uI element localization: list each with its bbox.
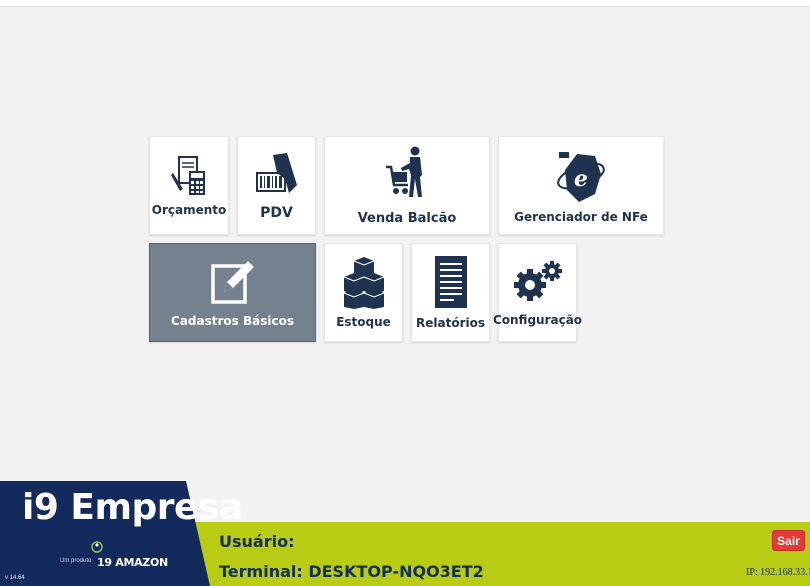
budget-calculator-icon (171, 155, 205, 195)
tile-estoque[interactable]: Estoque (324, 243, 403, 342)
gears-icon (513, 260, 562, 301)
stacked-boxes-icon (343, 256, 384, 309)
brand-title: i9 Empresa (22, 487, 243, 528)
brand-logo-text: 19 AMAZON (97, 556, 168, 569)
tile-pdv[interactable]: PDV (237, 136, 316, 235)
svg-text:e: e (574, 166, 588, 192)
window-title-bar (0, 0, 810, 7)
report-document-icon (434, 255, 467, 308)
tile-gerenciador-nfe[interactable]: e Gerenciador de NFe (498, 136, 664, 235)
tile-label: Venda Balcão (357, 211, 457, 226)
nfe-globe-icon: e (557, 151, 605, 202)
tile-orcamento[interactable]: Orçamento (149, 136, 229, 235)
tile-configuracao[interactable]: Configuração (493, 243, 582, 342)
tile-label: Estoque (336, 314, 391, 329)
terminal-label: Terminal: (219, 562, 303, 581)
barcode-scanner-icon (255, 152, 297, 193)
tile-label: Configuração (492, 312, 583, 327)
ip-address: IP: 192.168.33.1 (746, 567, 810, 578)
tile-label: Cadastros Básicos (171, 313, 294, 328)
tile-relatorios[interactable]: Relatórios (411, 243, 490, 342)
shopping-cart-person-icon (386, 146, 422, 197)
brand-subtitle: Um produto (60, 558, 92, 564)
tile-venda-balcao[interactable]: Venda Balcão (324, 136, 490, 235)
tile-cadastros-basicos[interactable]: Cadastros Básicos (149, 243, 316, 342)
tile-label: Relatórios (416, 315, 485, 330)
tile-label: PDV (260, 204, 293, 221)
exit-button[interactable]: Sair (772, 530, 805, 551)
amazon-logo-icon (91, 541, 103, 553)
tile-label: Orçamento (151, 202, 227, 217)
version-label: v 14.64 (5, 575, 25, 581)
terminal-value: DESKTOP-NQO3ET2 (308, 562, 484, 581)
user-label: Usuário: (219, 532, 295, 551)
terminal-info: Terminal: DESKTOP-NQO3ET2 (219, 562, 484, 581)
edit-form-icon (210, 260, 254, 304)
tile-label: Gerenciador de NFe (514, 209, 648, 224)
